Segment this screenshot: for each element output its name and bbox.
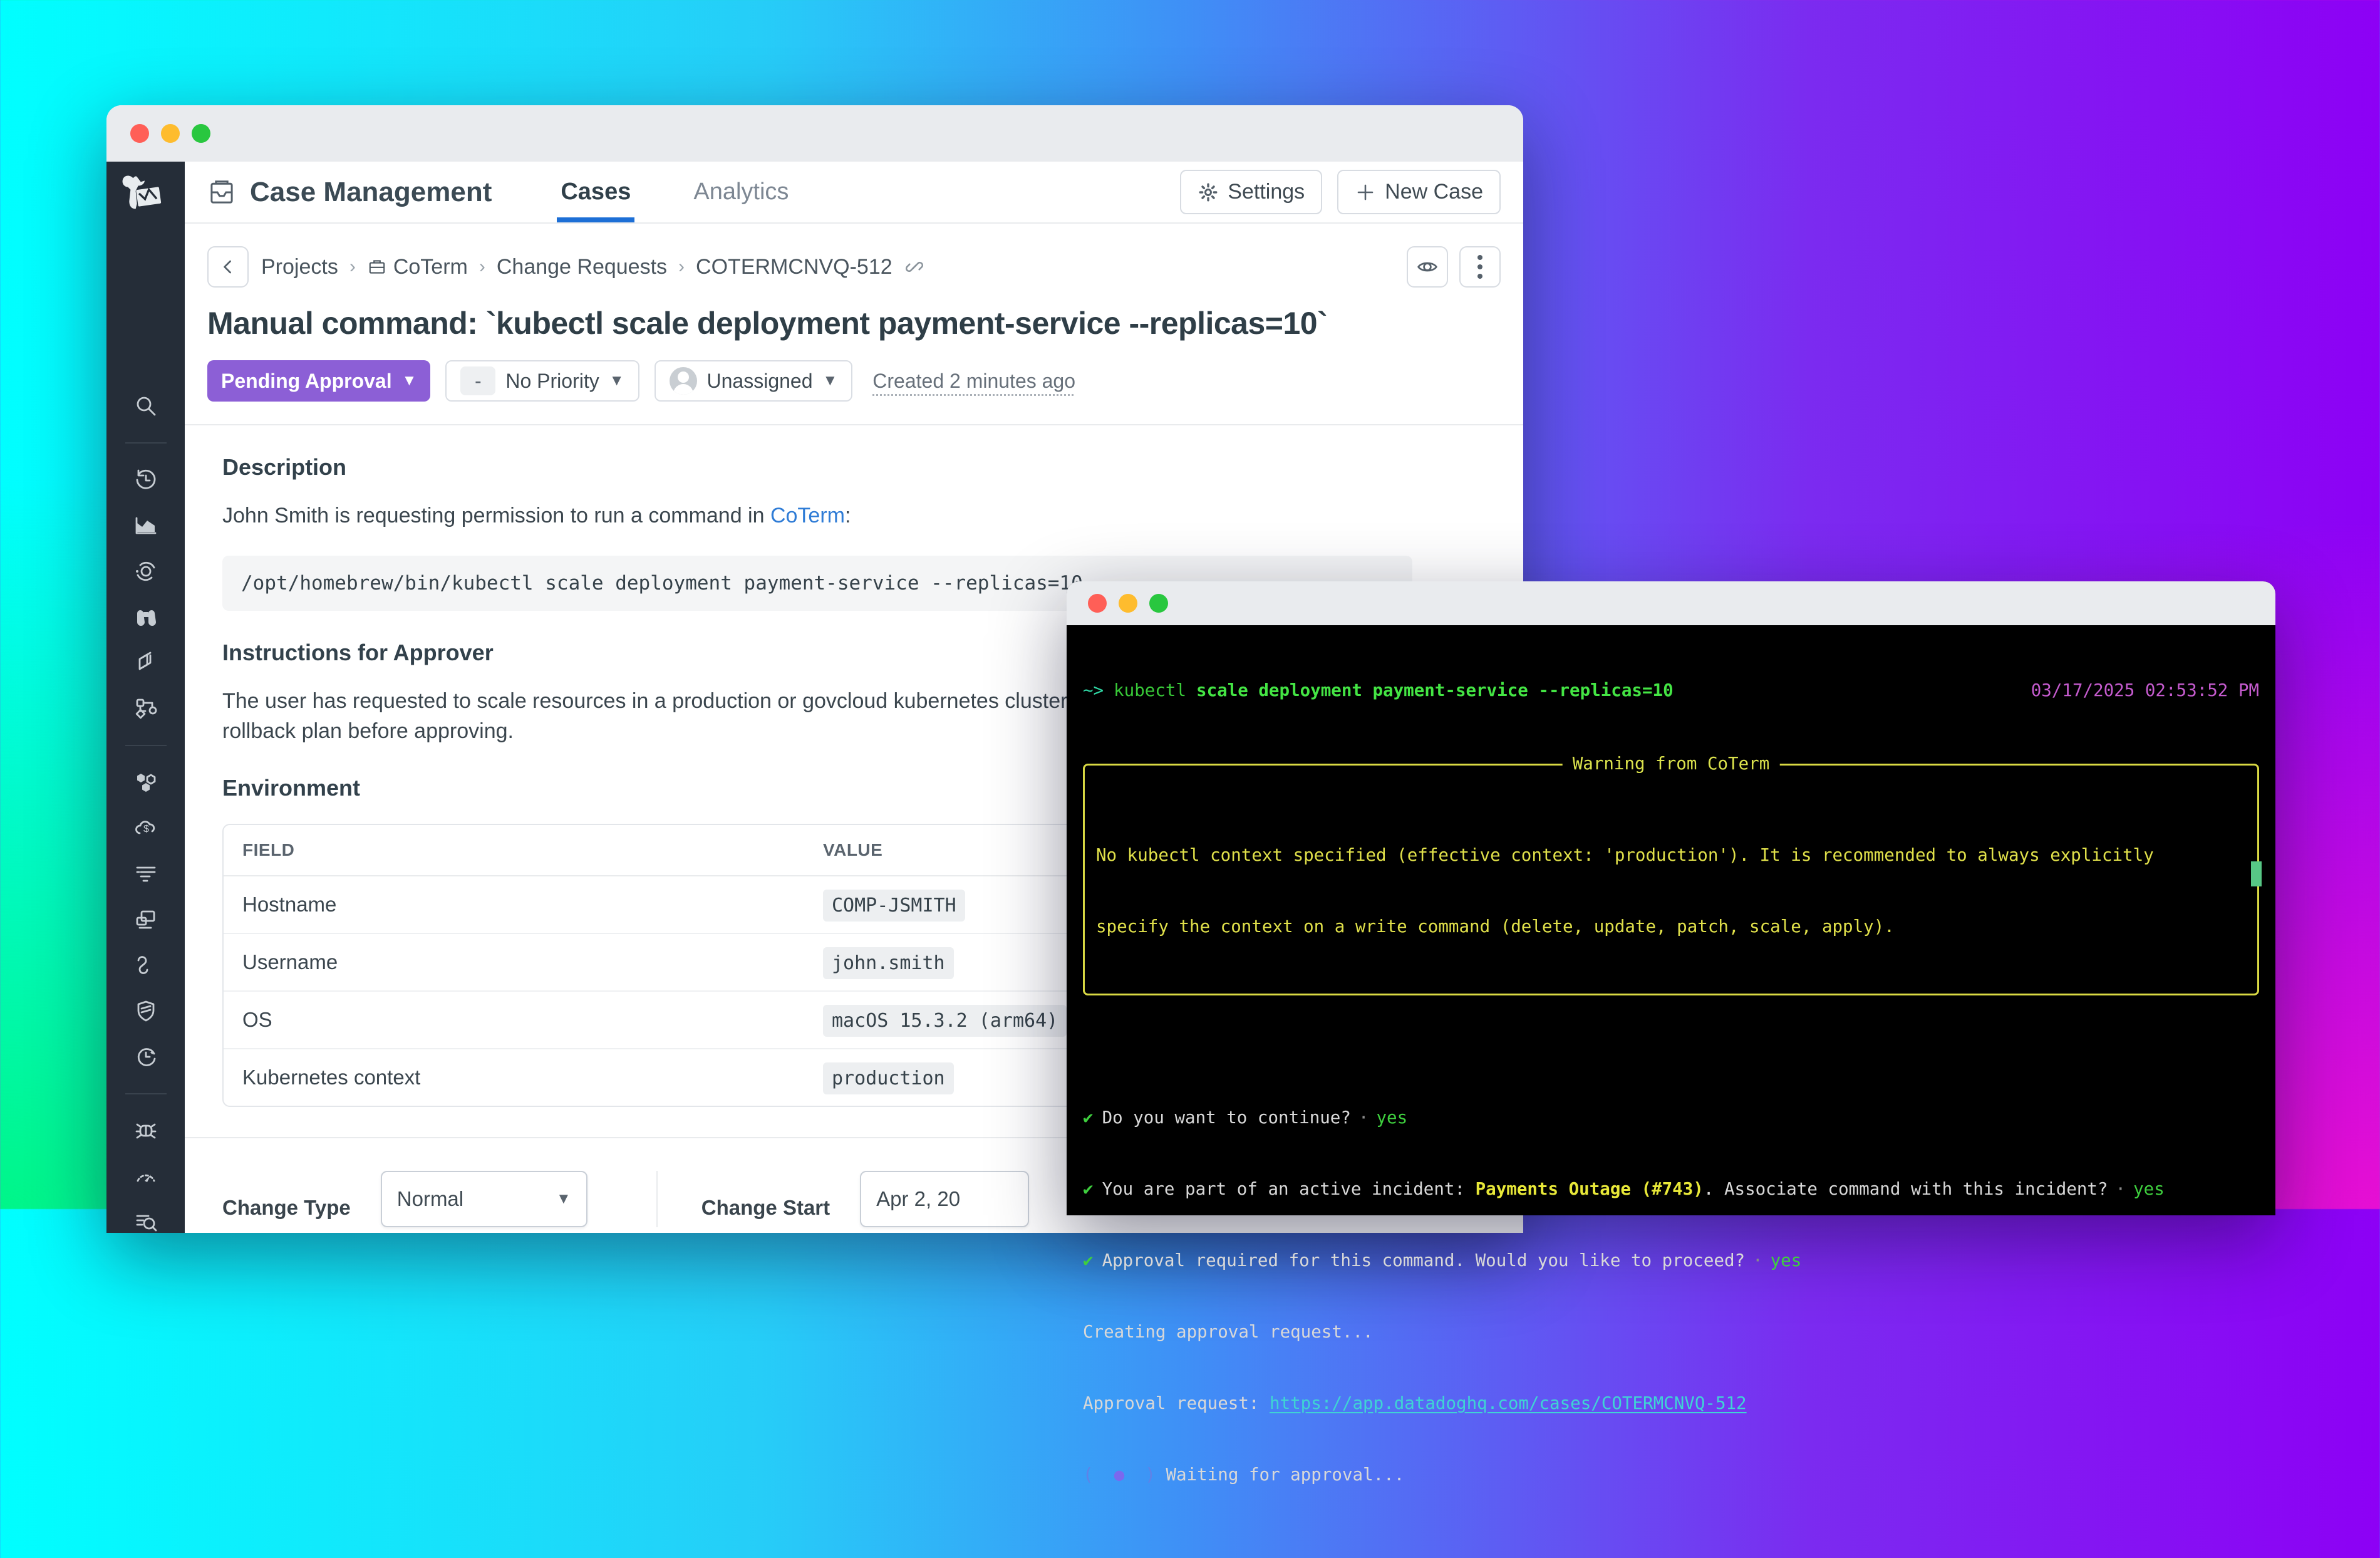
terminal-scrollbar-thumb[interactable] — [2251, 861, 2262, 886]
error-tracking-icon[interactable] — [133, 1118, 159, 1144]
terminal-timestamp: 03/17/2025 02:53:52 PM — [2031, 678, 2259, 702]
search-icon[interactable] — [133, 393, 159, 419]
svg-text:$: $ — [143, 824, 149, 834]
assignee-dropdown[interactable]: Unassigned▼ — [654, 360, 853, 402]
env-value: COMP-JSMITH — [823, 890, 965, 922]
terminal-line: ✔Approval required for this command. Wou… — [1083, 1249, 2259, 1272]
change-type-select[interactable]: Normal▼ — [381, 1171, 587, 1227]
sidebar-divider — [125, 745, 167, 746]
chevron-down-icon: ▼ — [402, 372, 417, 390]
breadcrumb: Projects › CoTerm › Change Requests › CO… — [207, 246, 1501, 288]
watch-eye-button[interactable] — [1407, 246, 1448, 288]
minimize-window-button[interactable] — [1119, 594, 1137, 613]
description-text: John Smith is requesting permission to r… — [222, 501, 1412, 531]
change-type-label: Change Type — [222, 1178, 351, 1220]
service-map-icon[interactable] — [133, 695, 159, 722]
env-value: production — [823, 1062, 954, 1094]
datadog-logo-icon[interactable] — [120, 173, 172, 225]
coterm-link[interactable]: CoTerm — [770, 504, 845, 527]
notebooks-icon[interactable] — [133, 604, 159, 630]
link-icon[interactable] — [904, 256, 925, 278]
sidebar-divider — [125, 442, 167, 444]
terminal-prompt: ~> — [1083, 678, 1104, 702]
incident-highlight: Payments Outage (#743) — [1476, 1177, 1704, 1201]
metrics-icon[interactable] — [133, 512, 159, 539]
chevron-right-icon: › — [479, 256, 485, 278]
sidebar-divider — [125, 1093, 167, 1094]
more-options-button[interactable] — [1459, 246, 1501, 288]
back-button[interactable] — [207, 246, 249, 288]
change-start-label: Change Start — [701, 1178, 830, 1220]
chevron-down-icon: ▼ — [556, 1190, 571, 1208]
avatar — [670, 367, 697, 395]
terminal-titlebar — [1067, 581, 2275, 625]
coterm-terminal-window: ~>kubectlscale deployment payment-servic… — [1067, 581, 2275, 1215]
chevron-right-icon: › — [349, 256, 356, 278]
env-value: john.smith — [823, 947, 954, 979]
terminal-line: Approval request: https://app.datadoghq.… — [1083, 1391, 2259, 1415]
change-start-input[interactable]: Apr 2, 20 — [860, 1171, 1029, 1227]
ci-visibility-icon[interactable] — [133, 1044, 159, 1070]
infrastructure-icon[interactable] — [133, 769, 159, 796]
settings-button[interactable]: Settings — [1180, 170, 1322, 214]
tab-analytics[interactable]: Analytics — [693, 162, 789, 222]
created-timestamp: Created 2 minutes ago — [872, 370, 1075, 393]
zoom-window-button[interactable] — [192, 124, 210, 143]
status-dropdown[interactable]: Pending Approval▼ — [207, 360, 430, 402]
terminal-output[interactable]: ~>kubectlscale deployment payment-servic… — [1067, 625, 2275, 1215]
coterm-warning-box: Warning from CoTerm No kubectl context s… — [1083, 764, 2259, 995]
watchdog-icon[interactable] — [133, 558, 159, 584]
chevron-down-icon: ▼ — [609, 372, 624, 390]
terminal-line: ( ● ) Waiting for approval... — [1083, 1463, 2259, 1487]
breadcrumb-change-requests[interactable]: Change Requests — [497, 255, 667, 279]
priority-chip: - — [460, 366, 495, 395]
app-title: Case Management — [207, 177, 492, 208]
breadcrumb-case-id[interactable]: COTERMCNVQ-512 — [696, 255, 892, 279]
spinner-icon: ● — [1114, 1463, 1125, 1487]
performance-gauge-icon[interactable] — [133, 1163, 159, 1190]
warning-title: Warning from CoTerm — [1563, 752, 1780, 776]
kebab-icon — [1477, 255, 1482, 279]
dashboards-icon[interactable] — [133, 650, 159, 676]
case-title: Manual command: `kubectl scale deploymen… — [207, 305, 1501, 341]
tab-cases[interactable]: Cases — [561, 162, 631, 222]
terminal-line: ✔You are part of an active incident: Pay… — [1083, 1177, 2259, 1201]
terminal-line: Creating approval request... — [1083, 1320, 2259, 1344]
vertical-divider — [656, 1171, 658, 1227]
log-search-icon[interactable] — [133, 1209, 159, 1233]
column-header-field: FIELD — [224, 825, 804, 876]
security-icon[interactable] — [133, 998, 159, 1024]
history-icon[interactable] — [133, 467, 159, 493]
rum-icon[interactable] — [133, 906, 159, 933]
chevron-down-icon: ▼ — [823, 372, 838, 390]
plus-icon — [1355, 182, 1376, 203]
close-window-button[interactable] — [130, 124, 149, 143]
divider — [185, 424, 1523, 425]
close-window-button[interactable] — [1088, 594, 1107, 613]
terminal-command: scale deployment payment-service --repli… — [1196, 678, 1674, 702]
description-heading: Description — [222, 454, 1486, 480]
case-management-icon — [207, 178, 236, 207]
minimize-window-button[interactable] — [161, 124, 180, 143]
zoom-window-button[interactable] — [1149, 594, 1168, 613]
chevron-right-icon: › — [678, 256, 685, 278]
env-value: macOS 15.3.2 (arm64) — [823, 1005, 1067, 1037]
traces-icon[interactable] — [133, 952, 159, 979]
new-case-button[interactable]: New Case — [1337, 170, 1501, 214]
cloud-cost-icon[interactable]: $ — [133, 815, 159, 841]
approval-url-link[interactable]: https://app.datadoghq.com/cases/COTERMCN… — [1270, 1391, 1747, 1415]
breadcrumb-project[interactable]: CoTerm — [367, 255, 468, 279]
logs-icon[interactable] — [133, 861, 159, 887]
breadcrumb-projects[interactable]: Projects — [261, 255, 338, 279]
app-header: Case Management Cases Analytics Settings… — [185, 162, 1523, 224]
window-titlebar — [106, 105, 1523, 162]
app-sidebar: $ — [106, 162, 185, 1233]
briefcase-icon — [367, 257, 387, 277]
gear-icon — [1198, 182, 1219, 203]
priority-dropdown[interactable]: - No Priority▼ — [445, 360, 639, 402]
terminal-line: ✔Do you want to continue?·yes — [1083, 1106, 2259, 1130]
